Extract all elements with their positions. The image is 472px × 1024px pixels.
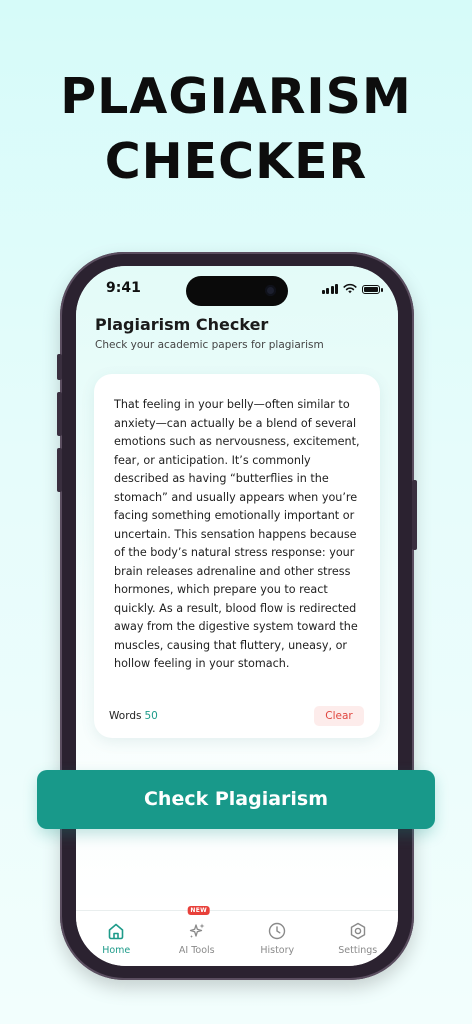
tab-settings[interactable]: Settings: [318, 911, 399, 966]
tab-bar: Home NEW AI Tools History Settings: [76, 906, 399, 966]
dynamic-island: [186, 276, 288, 306]
text-input-card[interactable]: That feeling in your belly—often similar…: [94, 374, 380, 738]
phone-volume-up-button: [57, 392, 62, 436]
wifi-icon: [343, 283, 357, 294]
new-badge: NEW: [187, 906, 211, 915]
word-counter: Words 50: [109, 710, 158, 722]
signal-icon: [321, 284, 338, 294]
camera-icon: [265, 285, 276, 296]
page-title: Plagiarism Checker: [95, 315, 269, 334]
status-time: 9:41: [106, 280, 141, 296]
hero-title-line1: PLAGIARISM: [60, 68, 412, 125]
phone-screen: 9:41 Plagiarism Checker Check your acade…: [76, 266, 398, 966]
word-counter-label: Words: [109, 710, 142, 722]
hero-title-line2: CHECKER: [104, 133, 368, 190]
gear-icon: [350, 922, 365, 940]
clock-icon: [269, 922, 286, 940]
tab-history[interactable]: History: [237, 911, 318, 966]
clear-button[interactable]: Clear: [314, 706, 364, 726]
phone-volume-down-button: [57, 448, 62, 492]
tab-ai-tools-label: AI Tools: [178, 945, 215, 956]
home-icon: [108, 923, 124, 940]
check-plagiarism-button[interactable]: Check Plagiarism: [37, 770, 435, 829]
essay-text[interactable]: That feeling in your belly—often similar…: [114, 396, 364, 674]
word-counter-value: 50: [144, 710, 158, 722]
tab-home[interactable]: Home: [76, 911, 157, 966]
page-subtitle: Check your academic papers for plagiaris…: [95, 339, 324, 351]
phone-side-button: [57, 354, 62, 380]
hero-title: PLAGIARISM CHECKER: [0, 64, 472, 194]
phone-power-button: [412, 480, 417, 550]
tab-history-label: History: [260, 945, 295, 956]
sparkles-icon: [189, 923, 205, 938]
tab-ai-tools[interactable]: NEW AI Tools: [157, 906, 238, 966]
tab-settings-label: Settings: [338, 945, 378, 956]
tab-home-label: Home: [102, 945, 131, 956]
battery-icon: [362, 285, 383, 294]
status-icons: [321, 282, 383, 294]
